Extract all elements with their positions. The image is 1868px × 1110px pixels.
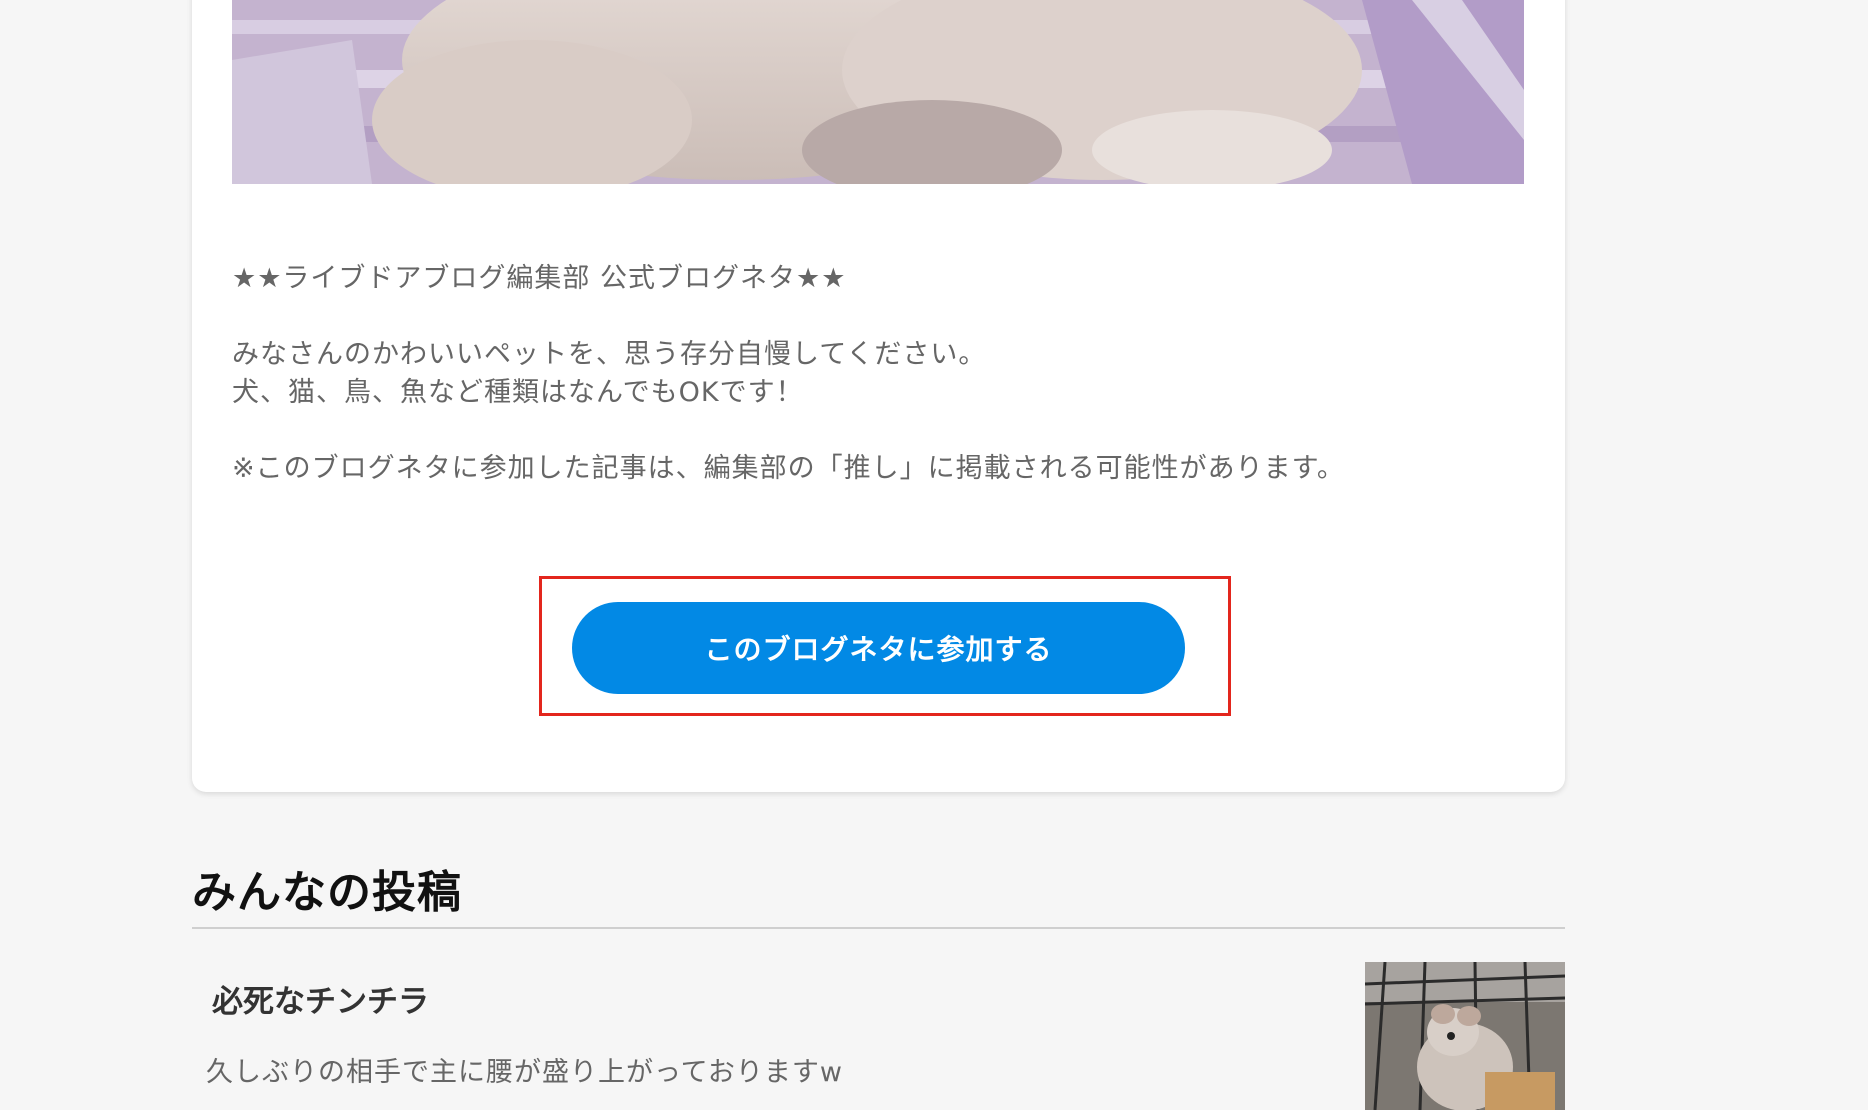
topic-photo: [232, 0, 1524, 184]
posts-section-title: みんなの投稿: [192, 867, 462, 918]
post-excerpt: 久しぶりの相手で主に腰が盛り上がっておりますw: [206, 1057, 843, 1088]
topic-body-line-2: 犬、猫、鳥、魚など種類はなんでもOKです！: [232, 377, 804, 408]
topic-note: ※このブログネタに参加した記事は、編集部の「推し」に掲載される可能性があります。: [232, 453, 1345, 484]
section-divider: [192, 927, 1565, 929]
post-thumbnail[interactable]: [1365, 962, 1565, 1110]
topic-header-line: ★★ライブドアブログ編集部 公式ブログネタ★★: [232, 263, 847, 294]
topic-description: ★★ライブドアブログ編集部 公式ブログネタ★★ みなさんのかわいいペットを、思う…: [232, 260, 1345, 488]
post-title-link[interactable]: 必死なチンチラ: [212, 976, 429, 1021]
topic-body-line-1: みなさんのかわいいペットを、思う存分自慢してください。: [232, 339, 987, 370]
join-topic-button[interactable]: このブログネタに参加する: [572, 602, 1185, 694]
page: ★★ライブドアブログ編集部 公式ブログネタ★★ みなさんのかわいいペットを、思う…: [0, 0, 1868, 1110]
